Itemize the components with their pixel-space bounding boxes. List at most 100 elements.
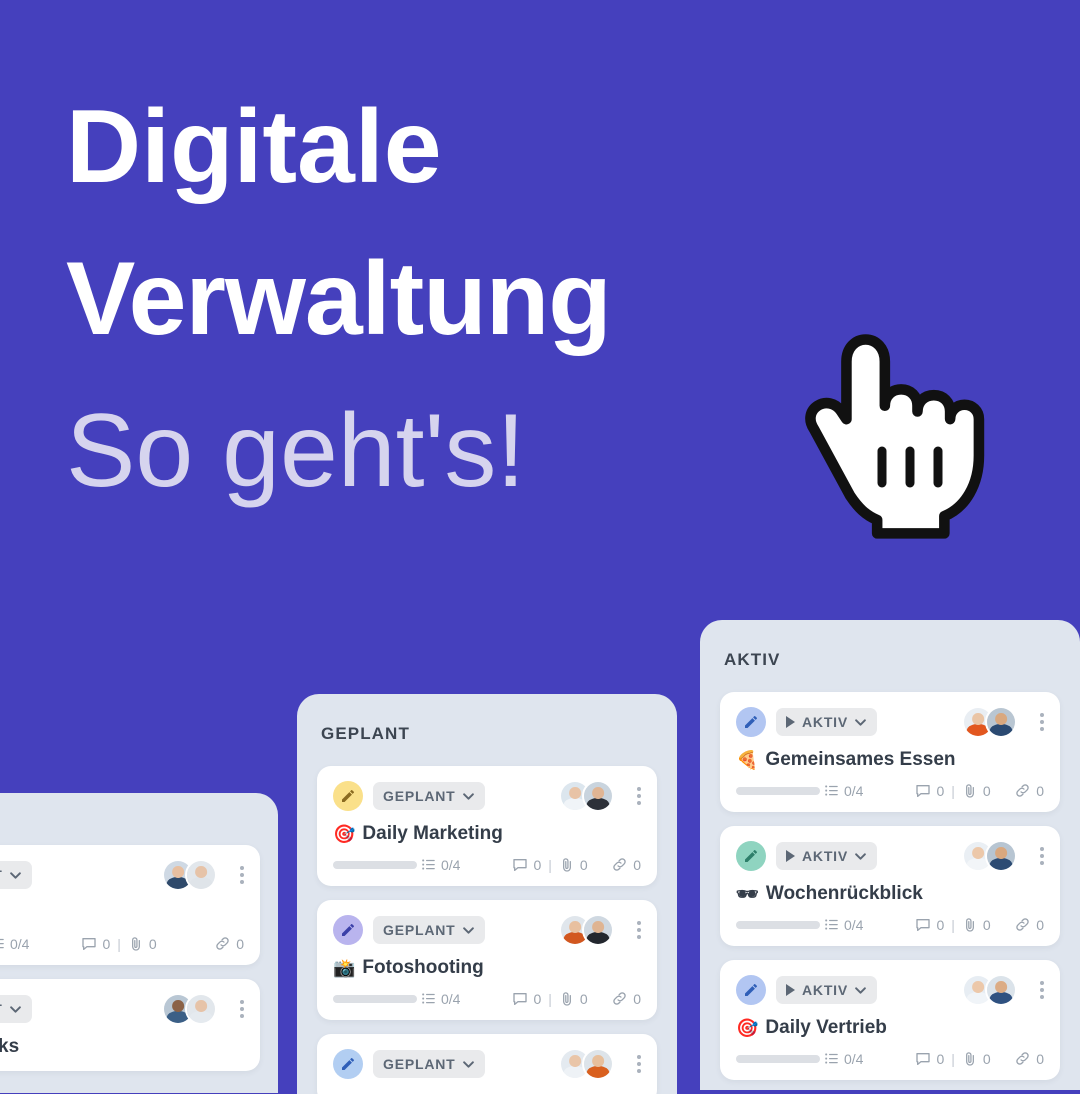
card-footer: 0/4 0 | 0 0: [736, 782, 1044, 799]
status-label: AKTIV: [802, 848, 848, 864]
paperclip-icon: [965, 783, 974, 798]
more-vertical-icon[interactable]: [1040, 981, 1044, 999]
pencil-badge[interactable]: [736, 975, 766, 1005]
avatar-group[interactable]: [559, 1048, 614, 1080]
card-footer: 0/4 0 | 0 0: [736, 1050, 1044, 1067]
pencil-badge[interactable]: [333, 781, 363, 811]
status-pill[interactable]: AKTIV: [776, 976, 877, 1004]
pencil-icon: [342, 924, 354, 936]
attachments-count: 0: [982, 916, 991, 933]
status-pill[interactable]: PLANT: [0, 861, 32, 889]
kanban-card[interactable]: PLANT tigsten Links: [0, 979, 260, 1071]
card-title-text: Daily Marketing: [362, 823, 503, 844]
comments-count: 0: [936, 782, 945, 799]
comment-icon: [916, 1052, 931, 1065]
more-vertical-icon[interactable]: [240, 866, 244, 884]
more-vertical-icon[interactable]: [637, 787, 641, 805]
card-list-left: PLANT Team!: [0, 823, 278, 1071]
checklist-count: 0/4: [844, 916, 864, 933]
pencil-badge[interactable]: [333, 915, 363, 945]
kanban-card[interactable]: PLANT Team!: [0, 845, 260, 965]
checklist-icon: [0, 938, 4, 949]
meta-separator: |: [951, 782, 955, 799]
card-emoji: 📸: [333, 958, 356, 978]
link-icon: [613, 858, 626, 871]
chevron-down-icon: [462, 792, 474, 800]
card-title: Team!: [0, 902, 244, 924]
checklist-icon: [825, 919, 838, 930]
status-pill[interactable]: PLANT: [0, 995, 32, 1023]
avatar[interactable]: [582, 914, 614, 946]
kanban-column-geplant: GEPLANT GEPLANT 🎯 Daily Marketing 0/4 0 …: [297, 694, 677, 1094]
card-header: PLANT: [0, 993, 244, 1025]
card-header: AKTIV: [736, 706, 1044, 738]
avatar[interactable]: [185, 993, 217, 1025]
kanban-card[interactable]: GEPLANT 📸 Fotoshooting 0/4 0 | 0 0: [317, 900, 657, 1020]
avatar[interactable]: [185, 859, 217, 891]
checklist-count: 0/4: [10, 935, 30, 952]
more-vertical-icon[interactable]: [1040, 713, 1044, 731]
link-icon: [613, 992, 626, 1005]
more-vertical-icon[interactable]: [240, 1000, 244, 1018]
avatar[interactable]: [985, 840, 1017, 872]
links-meta: 0: [1014, 782, 1044, 799]
status-label: GEPLANT: [383, 1056, 456, 1072]
paperclip-icon: [562, 991, 571, 1006]
pencil-badge[interactable]: [333, 1049, 363, 1079]
card-title: 🕶 Wochenrückblick: [736, 883, 1044, 905]
chevron-down-icon: [462, 926, 474, 934]
avatar[interactable]: [582, 780, 614, 812]
status-label: PLANT: [0, 1001, 3, 1017]
avatar[interactable]: [985, 706, 1017, 738]
kanban-card[interactable]: AKTIV 🎯 Daily Vertrieb 0/4 0 | 0 0: [720, 960, 1060, 1080]
card-header: GEPLANT: [333, 914, 641, 946]
card-title: 🎯 Daily Marketing: [333, 823, 641, 845]
avatar-group[interactable]: [162, 859, 217, 891]
checklist-count: 0/4: [844, 1050, 864, 1067]
attachments-count: 0: [148, 935, 157, 952]
avatar-group[interactable]: [162, 993, 217, 1025]
comments-meta: 0: [915, 1051, 944, 1067]
kanban-card[interactable]: AKTIV 🕶 Wochenrückblick 0/4 0 | 0 0: [720, 826, 1060, 946]
more-vertical-icon[interactable]: [637, 921, 641, 939]
attachments-meta: 0: [559, 991, 588, 1007]
meta-separator: |: [548, 990, 552, 1007]
paperclip-icon: [131, 936, 140, 951]
avatar-group[interactable]: [962, 840, 1017, 872]
more-vertical-icon[interactable]: [637, 1055, 641, 1073]
card-emoji: 🍕: [736, 750, 759, 770]
checklist-count: 0/4: [844, 782, 864, 799]
progress-bar: [736, 1054, 820, 1063]
headline-line-1: Digitale: [66, 89, 442, 205]
avatar-group[interactable]: [559, 780, 614, 812]
avatar-group[interactable]: [962, 974, 1017, 1006]
avatar[interactable]: [582, 1048, 614, 1080]
checklist-icon: [825, 1053, 838, 1064]
pencil-icon: [745, 850, 757, 862]
checklist-meta: 0/4: [824, 1051, 863, 1067]
meta-separator: |: [951, 1050, 955, 1067]
pencil-badge[interactable]: [736, 841, 766, 871]
links-meta: 0: [611, 990, 641, 1007]
kanban-card[interactable]: GEPLANT: [317, 1034, 657, 1094]
status-pill[interactable]: GEPLANT: [373, 916, 485, 944]
status-pill[interactable]: AKTIV: [776, 708, 877, 736]
avatar[interactable]: [985, 974, 1017, 1006]
comment-icon: [916, 918, 931, 931]
status-pill[interactable]: AKTIV: [776, 842, 877, 870]
avatar-group[interactable]: [559, 914, 614, 946]
meta-separator: |: [117, 935, 121, 952]
kanban-card[interactable]: GEPLANT 🎯 Daily Marketing 0/4 0 | 0 0: [317, 766, 657, 886]
status-pill[interactable]: GEPLANT: [373, 1050, 485, 1078]
more-vertical-icon[interactable]: [1040, 847, 1044, 865]
avatar-group[interactable]: [962, 706, 1017, 738]
status-pill[interactable]: GEPLANT: [373, 782, 485, 810]
comment-icon: [513, 992, 528, 1005]
checklist-count: 0/4: [441, 990, 461, 1007]
paperclip-icon: [562, 857, 571, 872]
card-header: AKTIV: [736, 974, 1044, 1006]
card-title: 🎯 Daily Vertrieb: [736, 1017, 1044, 1039]
chevron-down-icon: [462, 1060, 474, 1068]
pencil-badge[interactable]: [736, 707, 766, 737]
kanban-card[interactable]: AKTIV 🍕 Gemeinsames Essen 0/4 0 | 0 0: [720, 692, 1060, 812]
